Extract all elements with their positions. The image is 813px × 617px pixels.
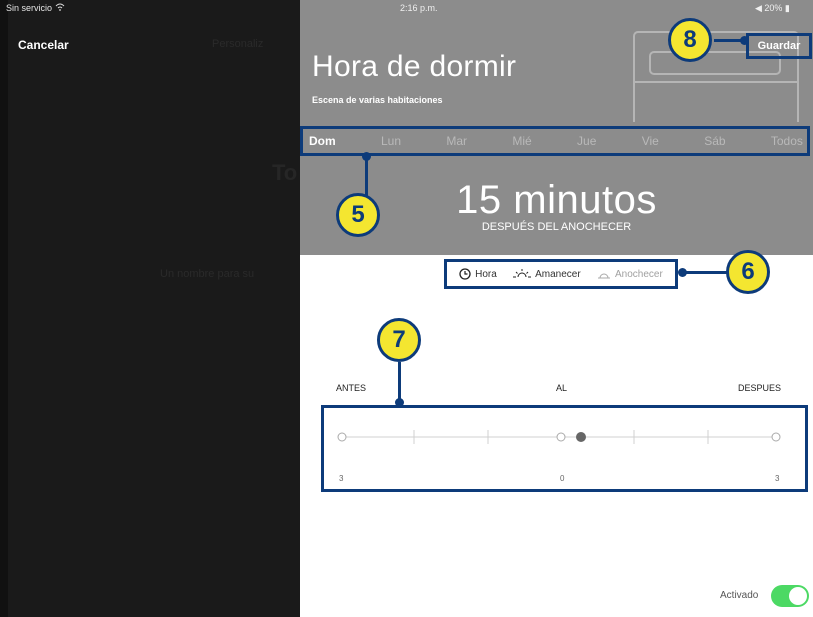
callout-7: 7 xyxy=(377,318,421,362)
left-edge xyxy=(0,0,8,617)
activated-label: Activado xyxy=(720,590,759,601)
mode-amanecer-label: Amanecer xyxy=(535,268,581,280)
mode-anochecer-label: Anochecer xyxy=(615,268,663,280)
callout-7-line xyxy=(398,362,401,400)
mode-hora[interactable]: Hora xyxy=(459,268,497,280)
after-label: DESPUES xyxy=(738,383,782,393)
callout-6: 6 xyxy=(726,250,770,294)
callout-6-dot xyxy=(678,268,687,277)
tab-lun[interactable]: Lun xyxy=(381,134,401,148)
activated-toggle[interactable] xyxy=(771,585,809,607)
ghost-header-text: Personaliz xyxy=(212,38,264,50)
carrier-status: Sin servicio xyxy=(6,3,65,13)
ghost-body-text: Un nombre para su xyxy=(160,268,255,280)
tab-dom[interactable]: Dom xyxy=(309,134,336,148)
callout-8: 8 xyxy=(668,18,712,62)
at-label: AL xyxy=(556,383,568,393)
callout-8-dot xyxy=(740,36,749,45)
cancel-button[interactable]: Cancelar xyxy=(18,38,69,52)
status-time: 2:16 p.m. xyxy=(400,3,438,13)
carrier-text: Sin servicio xyxy=(6,3,53,13)
toggle-knob xyxy=(789,587,807,605)
tick-center: 0 xyxy=(560,474,565,483)
clock-icon xyxy=(459,268,471,280)
save-button[interactable]: Guardar xyxy=(746,33,812,59)
mode-hora-label: Hora xyxy=(475,268,497,280)
tab-mie[interactable]: Mié xyxy=(512,134,531,148)
tab-vie[interactable]: Vie xyxy=(642,134,659,148)
left-panel xyxy=(0,0,300,617)
ghost-title: To xyxy=(272,160,298,185)
tick-left: 3 xyxy=(339,474,344,483)
tick-right: 3 xyxy=(775,474,780,483)
mode-anochecer[interactable]: Anochecer xyxy=(597,268,663,280)
battery-status: ◀ 20% ▮ xyxy=(755,3,790,13)
tab-sab[interactable]: Sáb xyxy=(704,134,725,148)
scene-subtitle: Escena de varias habitaciones xyxy=(312,95,443,105)
callout-5-line xyxy=(365,156,368,196)
mode-amanecer[interactable]: Amanecer xyxy=(513,268,581,280)
offset-slider[interactable] xyxy=(330,425,800,449)
tab-todos[interactable]: Todos xyxy=(771,134,803,148)
wifi-icon xyxy=(55,3,65,13)
tab-mar[interactable]: Mar xyxy=(446,134,467,148)
day-tabs: Dom Lun Mar Mié Jue Vie Sáb Todos xyxy=(300,126,810,156)
before-label: ANTES xyxy=(336,383,367,393)
callout-5: 5 xyxy=(336,193,380,237)
mode-selector: Hora Amanecer Anochecer xyxy=(444,259,678,289)
sunset-icon xyxy=(597,268,611,280)
tab-jue[interactable]: Jue xyxy=(577,134,596,148)
callout-7-dot xyxy=(395,398,404,407)
callout-6-line xyxy=(682,271,727,274)
sunrise-icon xyxy=(513,268,532,280)
callout-5-dot xyxy=(362,152,371,161)
scene-title: Hora de dormir xyxy=(312,50,517,83)
